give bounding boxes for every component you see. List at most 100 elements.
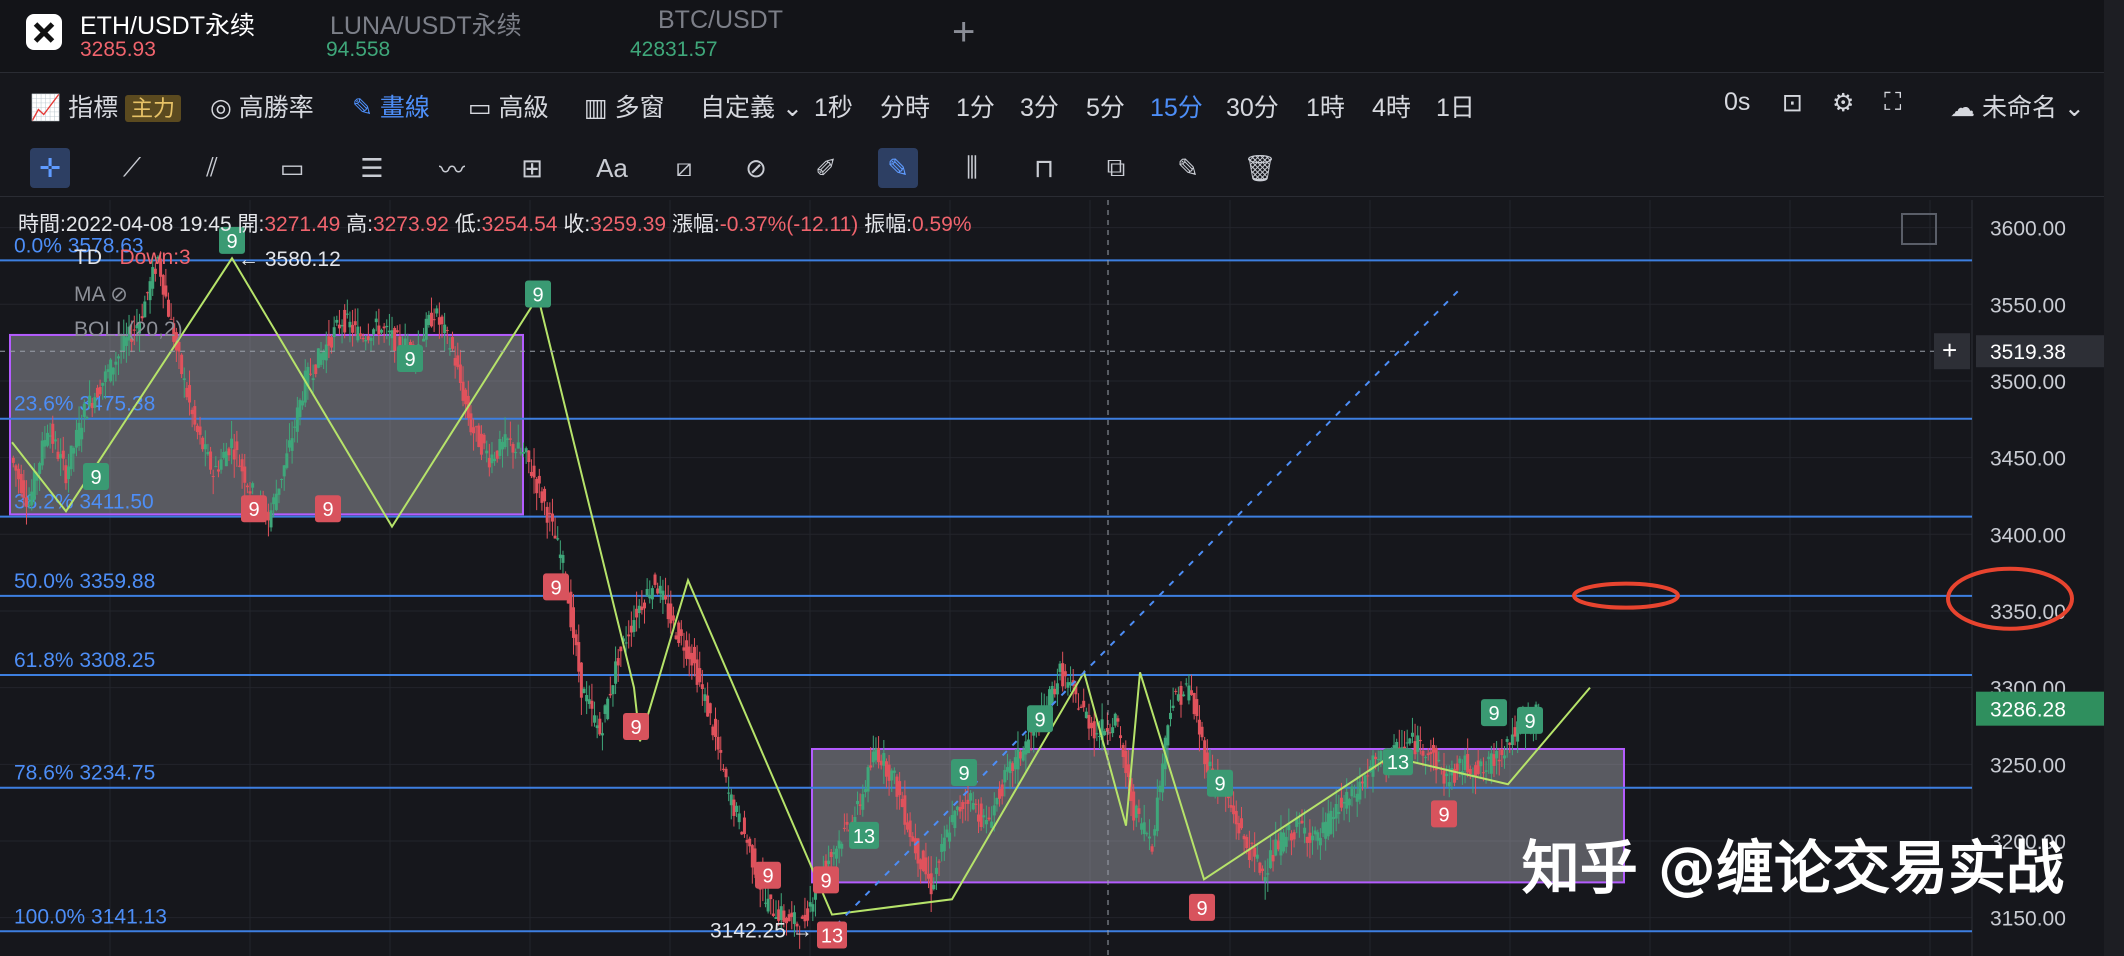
- candle-body: [472, 427, 476, 434]
- candle-body: [482, 434, 486, 444]
- y-tick-label: 3550.00: [1990, 294, 2066, 317]
- candle-body: [637, 605, 641, 614]
- td-legend[interactable]: TD Down:3: [74, 246, 191, 270]
- candle-body: [1005, 767, 1009, 772]
- td-marker-text: 9: [248, 499, 259, 521]
- td-marker-text: 9: [1488, 703, 1499, 725]
- candle-body: [1245, 837, 1249, 849]
- candle-body: [324, 344, 328, 361]
- candle-body: [995, 797, 999, 805]
- channel-tool-icon[interactable]: ⫽: [192, 148, 232, 188]
- candle-body: [1445, 773, 1449, 777]
- high-win-button[interactable]: ◎ 高勝率: [210, 88, 314, 124]
- interval-0[interactable]: 1秒: [814, 88, 853, 124]
- interval-8[interactable]: 4時: [1372, 88, 1411, 124]
- right-scroll-strip[interactable]: [2104, 0, 2124, 956]
- lock-tool-icon[interactable]: ⊓: [1024, 148, 1064, 188]
- edit-tool-icon[interactable]: ✎: [1168, 148, 1208, 188]
- text-tool-icon[interactable]: Aa: [592, 148, 632, 188]
- candle-body: [490, 454, 494, 464]
- candle-body: [1329, 810, 1333, 834]
- fib-tool-icon[interactable]: ☰: [352, 148, 392, 188]
- interval-6[interactable]: 30分: [1226, 88, 1279, 124]
- candle-body: [1134, 805, 1138, 818]
- interval-2[interactable]: 1分: [956, 88, 995, 124]
- candle-body: [1305, 836, 1309, 843]
- interval-4[interactable]: 5分: [1086, 88, 1125, 124]
- price-chart[interactable]: 3600.003550.003500.003450.003400.003350.…: [0, 200, 2124, 956]
- eye-off-icon[interactable]: ⊘: [110, 283, 128, 306]
- low-value: 3254.54: [481, 213, 558, 236]
- fullscreen-icon[interactable]: ⛶: [1884, 88, 1902, 117]
- candle-body: [1011, 763, 1015, 772]
- measure-tool-icon[interactable]: ⊞: [512, 148, 552, 188]
- candle-body: [827, 860, 831, 864]
- draw-button[interactable]: ✎ 畫線: [352, 88, 430, 124]
- candle-body: [585, 694, 589, 702]
- interval-1[interactable]: 分時: [880, 88, 930, 124]
- ruler-tool-icon[interactable]: ⧄: [664, 148, 704, 188]
- candle-body: [698, 668, 702, 683]
- delete-tool-icon[interactable]: 🗑: [1240, 148, 1280, 188]
- layout-dropdown[interactable]: ☁ 未命名 ⌄: [1950, 88, 2085, 124]
- interval-9[interactable]: 1日: [1436, 88, 1475, 124]
- candle-body: [1024, 741, 1028, 755]
- candle-body: [1153, 829, 1157, 836]
- candle-body: [927, 873, 931, 879]
- compare-tool-icon[interactable]: ⫼: [952, 148, 992, 188]
- candle-body: [863, 789, 867, 793]
- rectangle-tool-icon[interactable]: ▭: [272, 148, 312, 188]
- multi-window-button[interactable]: ▥ 多窗: [584, 88, 665, 124]
- add-tab-icon[interactable]: +: [952, 10, 975, 55]
- candle-body: [1426, 753, 1430, 756]
- indicator-button[interactable]: 📈 指標 主力: [30, 88, 182, 124]
- candle-body: [1137, 808, 1141, 814]
- candle-body: [1289, 833, 1293, 841]
- candle-body: [1155, 797, 1159, 832]
- candle-body: [527, 450, 531, 463]
- screenshot-icon[interactable]: ⊡: [1782, 88, 1803, 118]
- candle-body: [1342, 801, 1346, 804]
- candle-body: [1379, 750, 1383, 762]
- interval-7[interactable]: 1時: [1306, 88, 1345, 124]
- candle-body: [721, 768, 725, 770]
- custom-dropdown[interactable]: 自定義 ⌄: [700, 88, 803, 124]
- interval-3[interactable]: 3分: [1020, 88, 1059, 124]
- candle-body: [1192, 693, 1196, 715]
- candle-body: [856, 800, 860, 805]
- candle-body: [1084, 711, 1088, 719]
- candle-body: [14, 465, 18, 471]
- hide-tool-icon[interactable]: ⧉: [1096, 148, 1136, 188]
- fib-label: 100.0% 3141.13: [14, 905, 167, 928]
- advanced-button[interactable]: ▭ 高級: [468, 88, 549, 124]
- interval-5[interactable]: 15分: [1150, 88, 1203, 124]
- candle-body: [1158, 785, 1162, 792]
- candle-body: [95, 387, 99, 398]
- settings-icon[interactable]: ⚙: [1832, 88, 1854, 118]
- candle-body: [498, 438, 502, 456]
- candle-body: [1021, 750, 1025, 761]
- draw-mode-icon[interactable]: ✎: [878, 148, 918, 188]
- candle-body: [361, 337, 365, 340]
- candle-body: [969, 793, 973, 801]
- exchange-logo: [26, 14, 62, 50]
- candle-body: [164, 285, 168, 297]
- candle-body: [519, 452, 523, 454]
- trendline-tool-icon[interactable]: ⟋: [112, 148, 152, 188]
- crosshair-tool-icon[interactable]: ✛: [30, 148, 70, 188]
- candle-body: [858, 804, 862, 806]
- candle-body: [224, 451, 228, 467]
- boll-legend[interactable]: BOLL(20,2): [74, 318, 183, 342]
- td-marker-text: 9: [532, 285, 543, 307]
- magnet-tool-icon[interactable]: ⊘: [736, 148, 776, 188]
- ma-legend[interactable]: MA ⊘: [74, 282, 128, 307]
- wave-tool-icon[interactable]: 〰: [432, 148, 472, 188]
- candle-body: [971, 802, 975, 810]
- candle-body: [627, 634, 631, 637]
- candle-body: [950, 815, 954, 823]
- candle-body: [330, 337, 334, 348]
- candle-body: [1316, 832, 1320, 841]
- candle-body: [216, 469, 220, 472]
- plus-icon[interactable]: +: [1942, 335, 1957, 365]
- pen-tool-icon[interactable]: ✐: [806, 148, 846, 188]
